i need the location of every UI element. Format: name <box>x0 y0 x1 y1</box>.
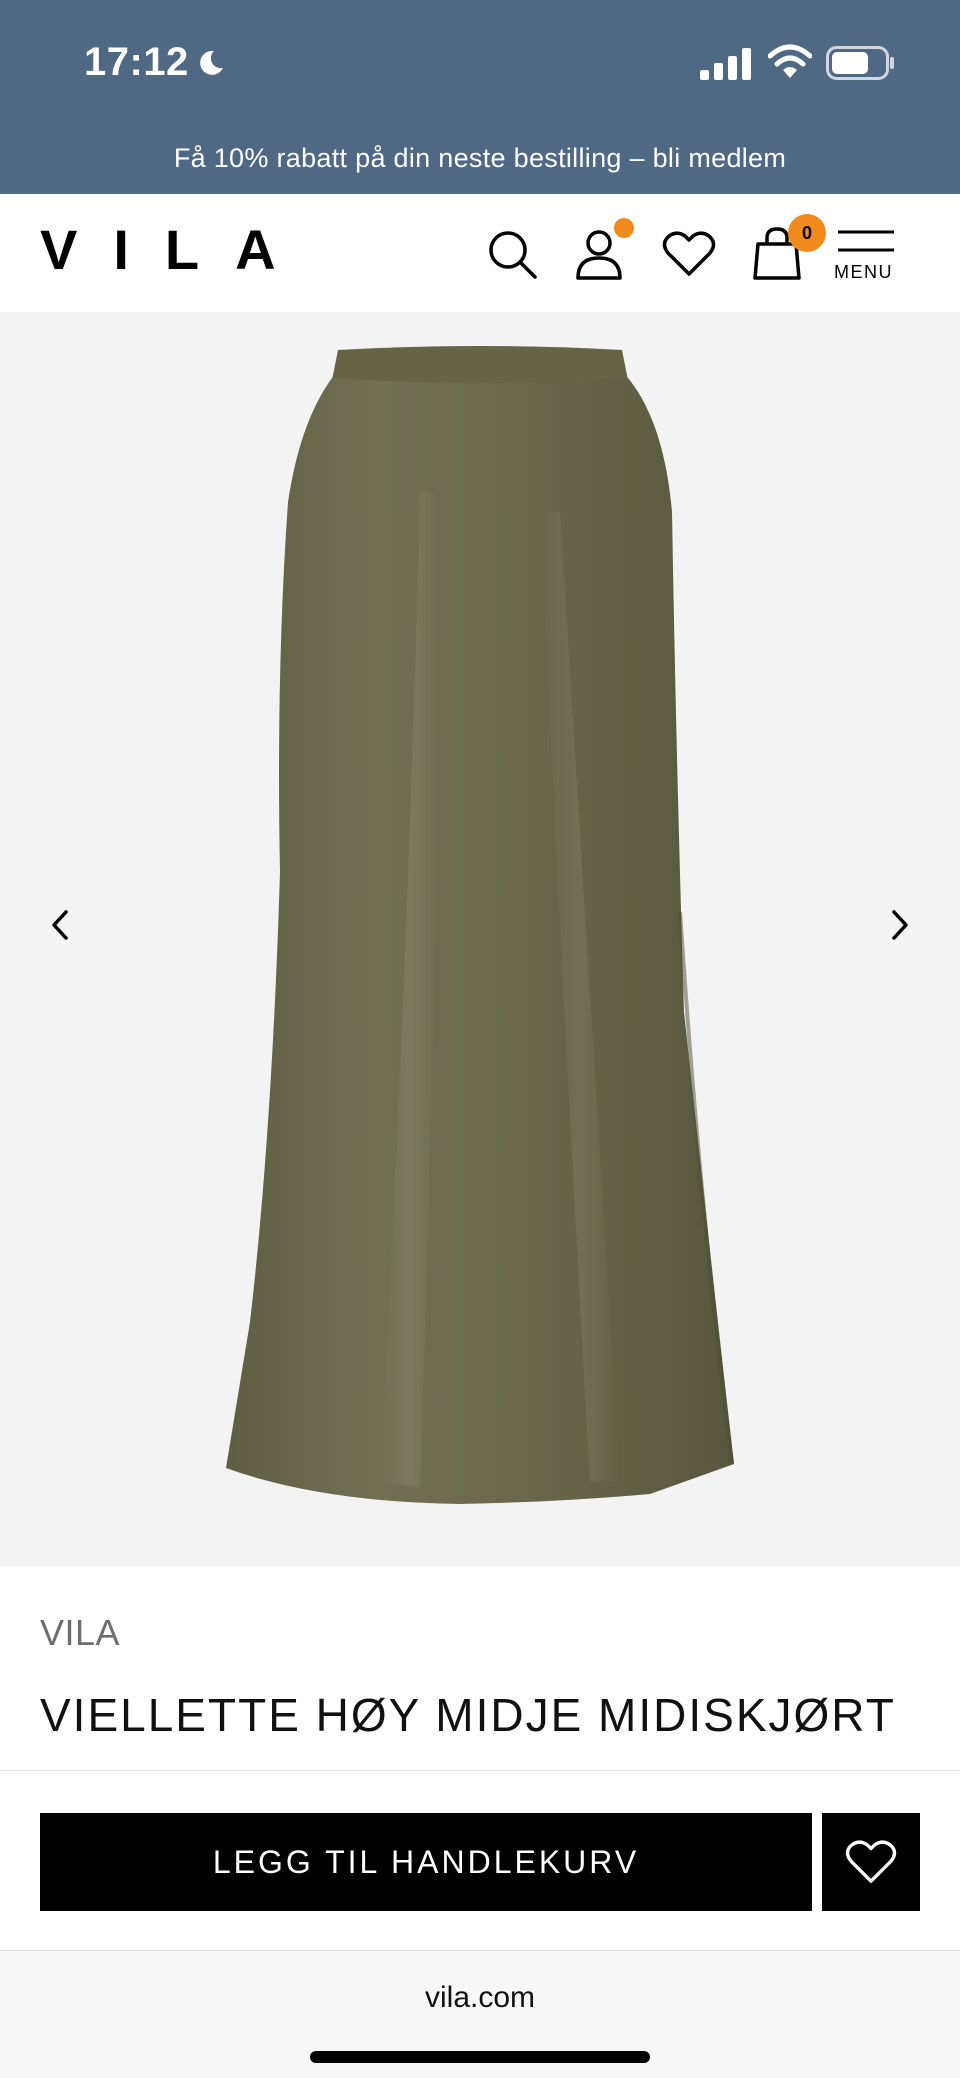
promo-banner[interactable]: Få 10% rabatt på din neste bestilling – … <box>0 122 960 194</box>
vila-logo[interactable]: VILA <box>40 222 312 278</box>
product-title: VIELLETTE HØY MIDJE MIDISKJØRT <box>40 1689 896 1741</box>
add-to-cart-bar: LEGG TIL HANDLEKURV <box>0 1770 960 1950</box>
chevron-left-icon[interactable] <box>40 900 80 950</box>
signal-icon <box>700 48 751 80</box>
product-image <box>226 346 734 1504</box>
account-notification-dot <box>614 218 634 238</box>
wishlist-icon[interactable] <box>662 230 716 278</box>
chevron-right-icon[interactable] <box>880 900 920 950</box>
status-time: 17:12 <box>84 40 189 84</box>
search-icon[interactable] <box>486 228 538 280</box>
account-icon[interactable] <box>574 228 624 280</box>
product-brand[interactable]: VILA <box>40 1612 120 1654</box>
home-indicator[interactable] <box>310 2051 650 2063</box>
heart-icon <box>845 1840 897 1883</box>
cart-count-badge: 0 <box>788 214 826 252</box>
battery-icon <box>826 46 894 80</box>
menu-label[interactable]: MENU <box>834 262 893 283</box>
url-address[interactable]: vila.com <box>0 1981 960 2015</box>
add-to-cart-button[interactable]: LEGG TIL HANDLEKURV <box>40 1813 812 1911</box>
product-gallery[interactable] <box>0 312 960 1566</box>
add-to-wishlist-button[interactable] <box>822 1813 920 1911</box>
promo-text[interactable]: Få 10% rabatt på din neste bestilling – … <box>174 143 786 174</box>
menu-icon[interactable] <box>836 228 896 258</box>
wifi-icon <box>768 44 812 78</box>
moon-icon <box>200 50 223 75</box>
browser-bar: vila.com <box>0 1950 960 2078</box>
status-bar: 17:12 <box>0 0 960 122</box>
site-header: VILA 0 MENU <box>0 194 960 312</box>
